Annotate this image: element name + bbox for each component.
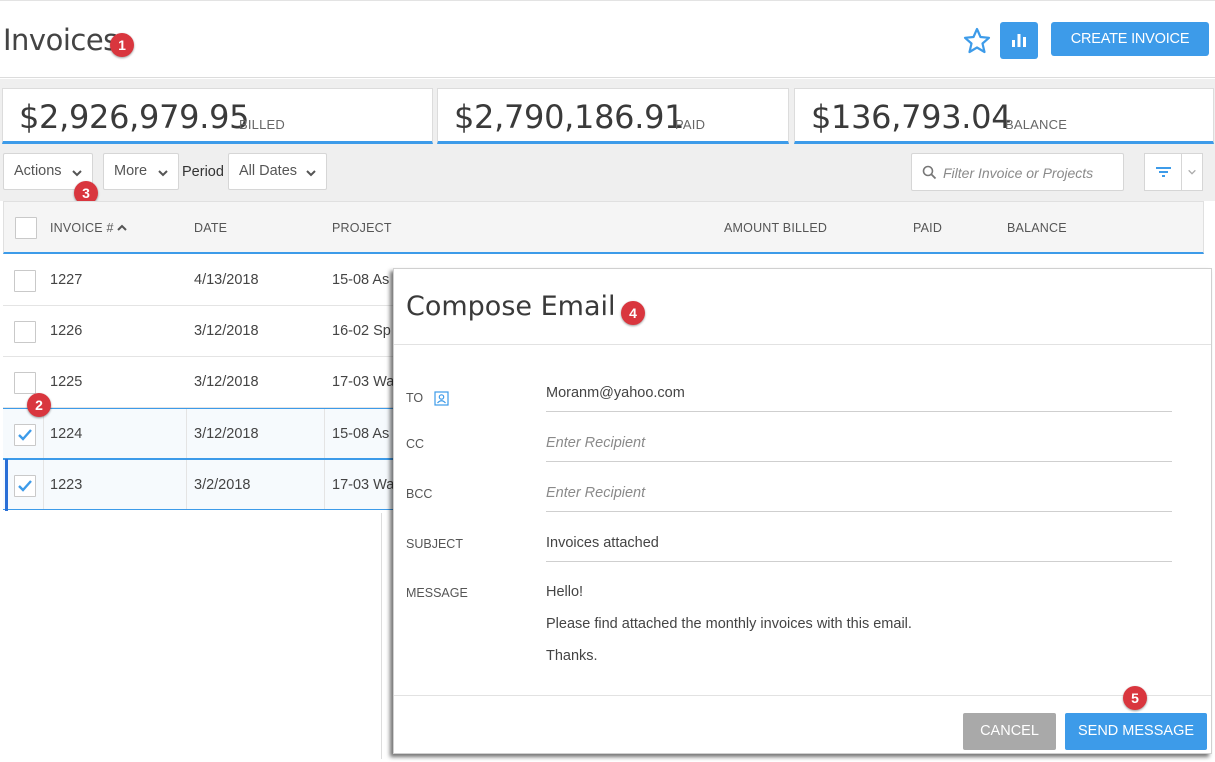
bar-chart-icon [1012, 34, 1026, 47]
period-label: Period [182, 164, 224, 180]
column-divider [43, 409, 44, 458]
compose-email-dialog: Compose Email 4 TO Moranm@yahoo.com CC E… [393, 268, 1212, 754]
column-balance[interactable]: BALANCE [1007, 221, 1067, 235]
message-line-2[interactable]: Please find attached the monthly invoice… [546, 616, 912, 632]
contact-icon[interactable] [434, 391, 449, 406]
row-checkbox-checked[interactable] [14, 424, 36, 446]
balance-amount: $136,793.04 [811, 98, 1012, 136]
cc-field[interactable]: Enter Recipient [546, 435, 645, 451]
reports-button[interactable] [1000, 22, 1038, 59]
message-line-3[interactable]: Thanks. [546, 648, 598, 664]
row-date: 3/12/2018 [194, 323, 259, 339]
bcc-field[interactable]: Enter Recipient [546, 485, 645, 501]
table-header: INVOICE # DATE PROJECT AMOUNT BILLED PAI… [3, 201, 1204, 254]
more-label: More [114, 163, 148, 179]
filter-options-dropdown[interactable] [1181, 153, 1203, 191]
column-invoice[interactable]: INVOICE # [50, 221, 114, 235]
dialog-title: Compose Email [406, 291, 616, 322]
row-checkbox[interactable] [14, 321, 36, 343]
row-project: 17-03 Wa [332, 374, 395, 390]
column-divider [324, 409, 325, 458]
checkmark-icon [18, 480, 32, 492]
row-project: 15-08 As [332, 426, 390, 442]
subject-field[interactable]: Invoices attached [546, 535, 659, 551]
column-amount-billed[interactable]: AMOUNT BILLED [724, 221, 827, 235]
billed-label: BILLED [239, 117, 286, 132]
period-dropdown[interactable]: All Dates [228, 153, 327, 190]
chevron-down-icon [158, 170, 168, 177]
message-line-1[interactable]: Hello! [546, 584, 583, 600]
column-project[interactable]: PROJECT [332, 221, 392, 235]
column-divider [43, 460, 44, 509]
row-invoice: 1223 [50, 477, 83, 493]
field-underline [546, 511, 1172, 512]
column-date[interactable]: DATE [194, 221, 227, 235]
row-project: 15-08 As [332, 272, 390, 288]
filter-icon [1156, 167, 1171, 177]
select-all-checkbox[interactable] [15, 217, 37, 239]
message-label: MESSAGE [406, 586, 468, 600]
annotation-badge-5: 5 [1123, 686, 1147, 710]
column-divider [324, 460, 325, 509]
row-date: 3/12/2018 [194, 374, 259, 390]
balance-label: BALANCE [1005, 117, 1068, 132]
chevron-down-icon [306, 170, 316, 177]
billed-card: $2,926,979.95 BILLED [2, 88, 433, 144]
send-message-button[interactable]: SEND MESSAGE [1065, 713, 1207, 750]
favorite-button[interactable] [961, 25, 993, 57]
annotation-badge-2: 2 [27, 393, 51, 417]
star-icon [963, 27, 991, 54]
search-icon [922, 165, 937, 180]
column-divider [186, 409, 187, 458]
row-invoice: 1227 [50, 272, 83, 288]
subject-label: SUBJECT [406, 537, 463, 551]
actions-label: Actions [14, 163, 62, 179]
balance-card: $136,793.04 BALANCE [794, 88, 1214, 144]
cc-label: CC [406, 437, 425, 451]
annotation-badge-4: 4 [621, 301, 645, 325]
page: Invoices 1 CREATE INVOICE $2,926,979.95 … [0, 0, 1215, 762]
row-date: 3/2/2018 [194, 477, 251, 493]
to-field[interactable]: Moranm@yahoo.com [546, 385, 685, 401]
column-divider [186, 460, 187, 509]
row-checkbox[interactable] [14, 372, 36, 394]
dialog-footer-divider [394, 695, 1211, 696]
filter-placeholder: Filter Invoice or Projects [943, 165, 1094, 181]
dialog-divider [394, 344, 1211, 345]
row-invoice: 1224 [50, 426, 83, 442]
row-checkbox-checked[interactable] [14, 475, 36, 497]
page-title: Invoices [3, 23, 118, 57]
paid-amount: $2,790,186.91 [454, 98, 685, 136]
more-dropdown[interactable]: More [103, 153, 179, 190]
billed-amount: $2,926,979.95 [19, 98, 250, 136]
checkmark-icon [18, 429, 32, 441]
row-date: 4/13/2018 [194, 272, 259, 288]
paid-card: $2,790,186.91 PAID [437, 88, 789, 144]
column-paid[interactable]: PAID [913, 221, 942, 235]
row-date: 3/12/2018 [194, 426, 259, 442]
to-label: TO [406, 391, 424, 405]
annotation-badge-1: 1 [110, 33, 134, 57]
paid-label: PAID [675, 117, 706, 132]
create-invoice-button[interactable]: CREATE INVOICE [1051, 22, 1209, 56]
period-value: All Dates [239, 163, 298, 179]
selection-indicator [5, 459, 8, 511]
cancel-button[interactable]: CANCEL [963, 713, 1056, 750]
page-header: Invoices 1 CREATE INVOICE [0, 0, 1215, 78]
field-underline [546, 411, 1172, 412]
chevron-down-icon [72, 170, 82, 177]
row-invoice: 1225 [50, 374, 83, 390]
field-underline [546, 461, 1172, 462]
field-underline [546, 561, 1172, 562]
dialog-backdrop-edge [381, 513, 393, 759]
row-project: 17-03 Wa [332, 477, 395, 493]
sort-up-icon[interactable] [116, 222, 128, 234]
filter-input[interactable]: Filter Invoice or Projects [911, 153, 1124, 191]
bcc-label: BCC [406, 487, 433, 501]
chevron-down-icon [1188, 169, 1196, 175]
filter-button[interactable] [1144, 153, 1182, 191]
row-checkbox[interactable] [14, 270, 36, 292]
row-invoice: 1226 [50, 323, 83, 339]
row-project: 16-02 Sp [332, 323, 391, 339]
